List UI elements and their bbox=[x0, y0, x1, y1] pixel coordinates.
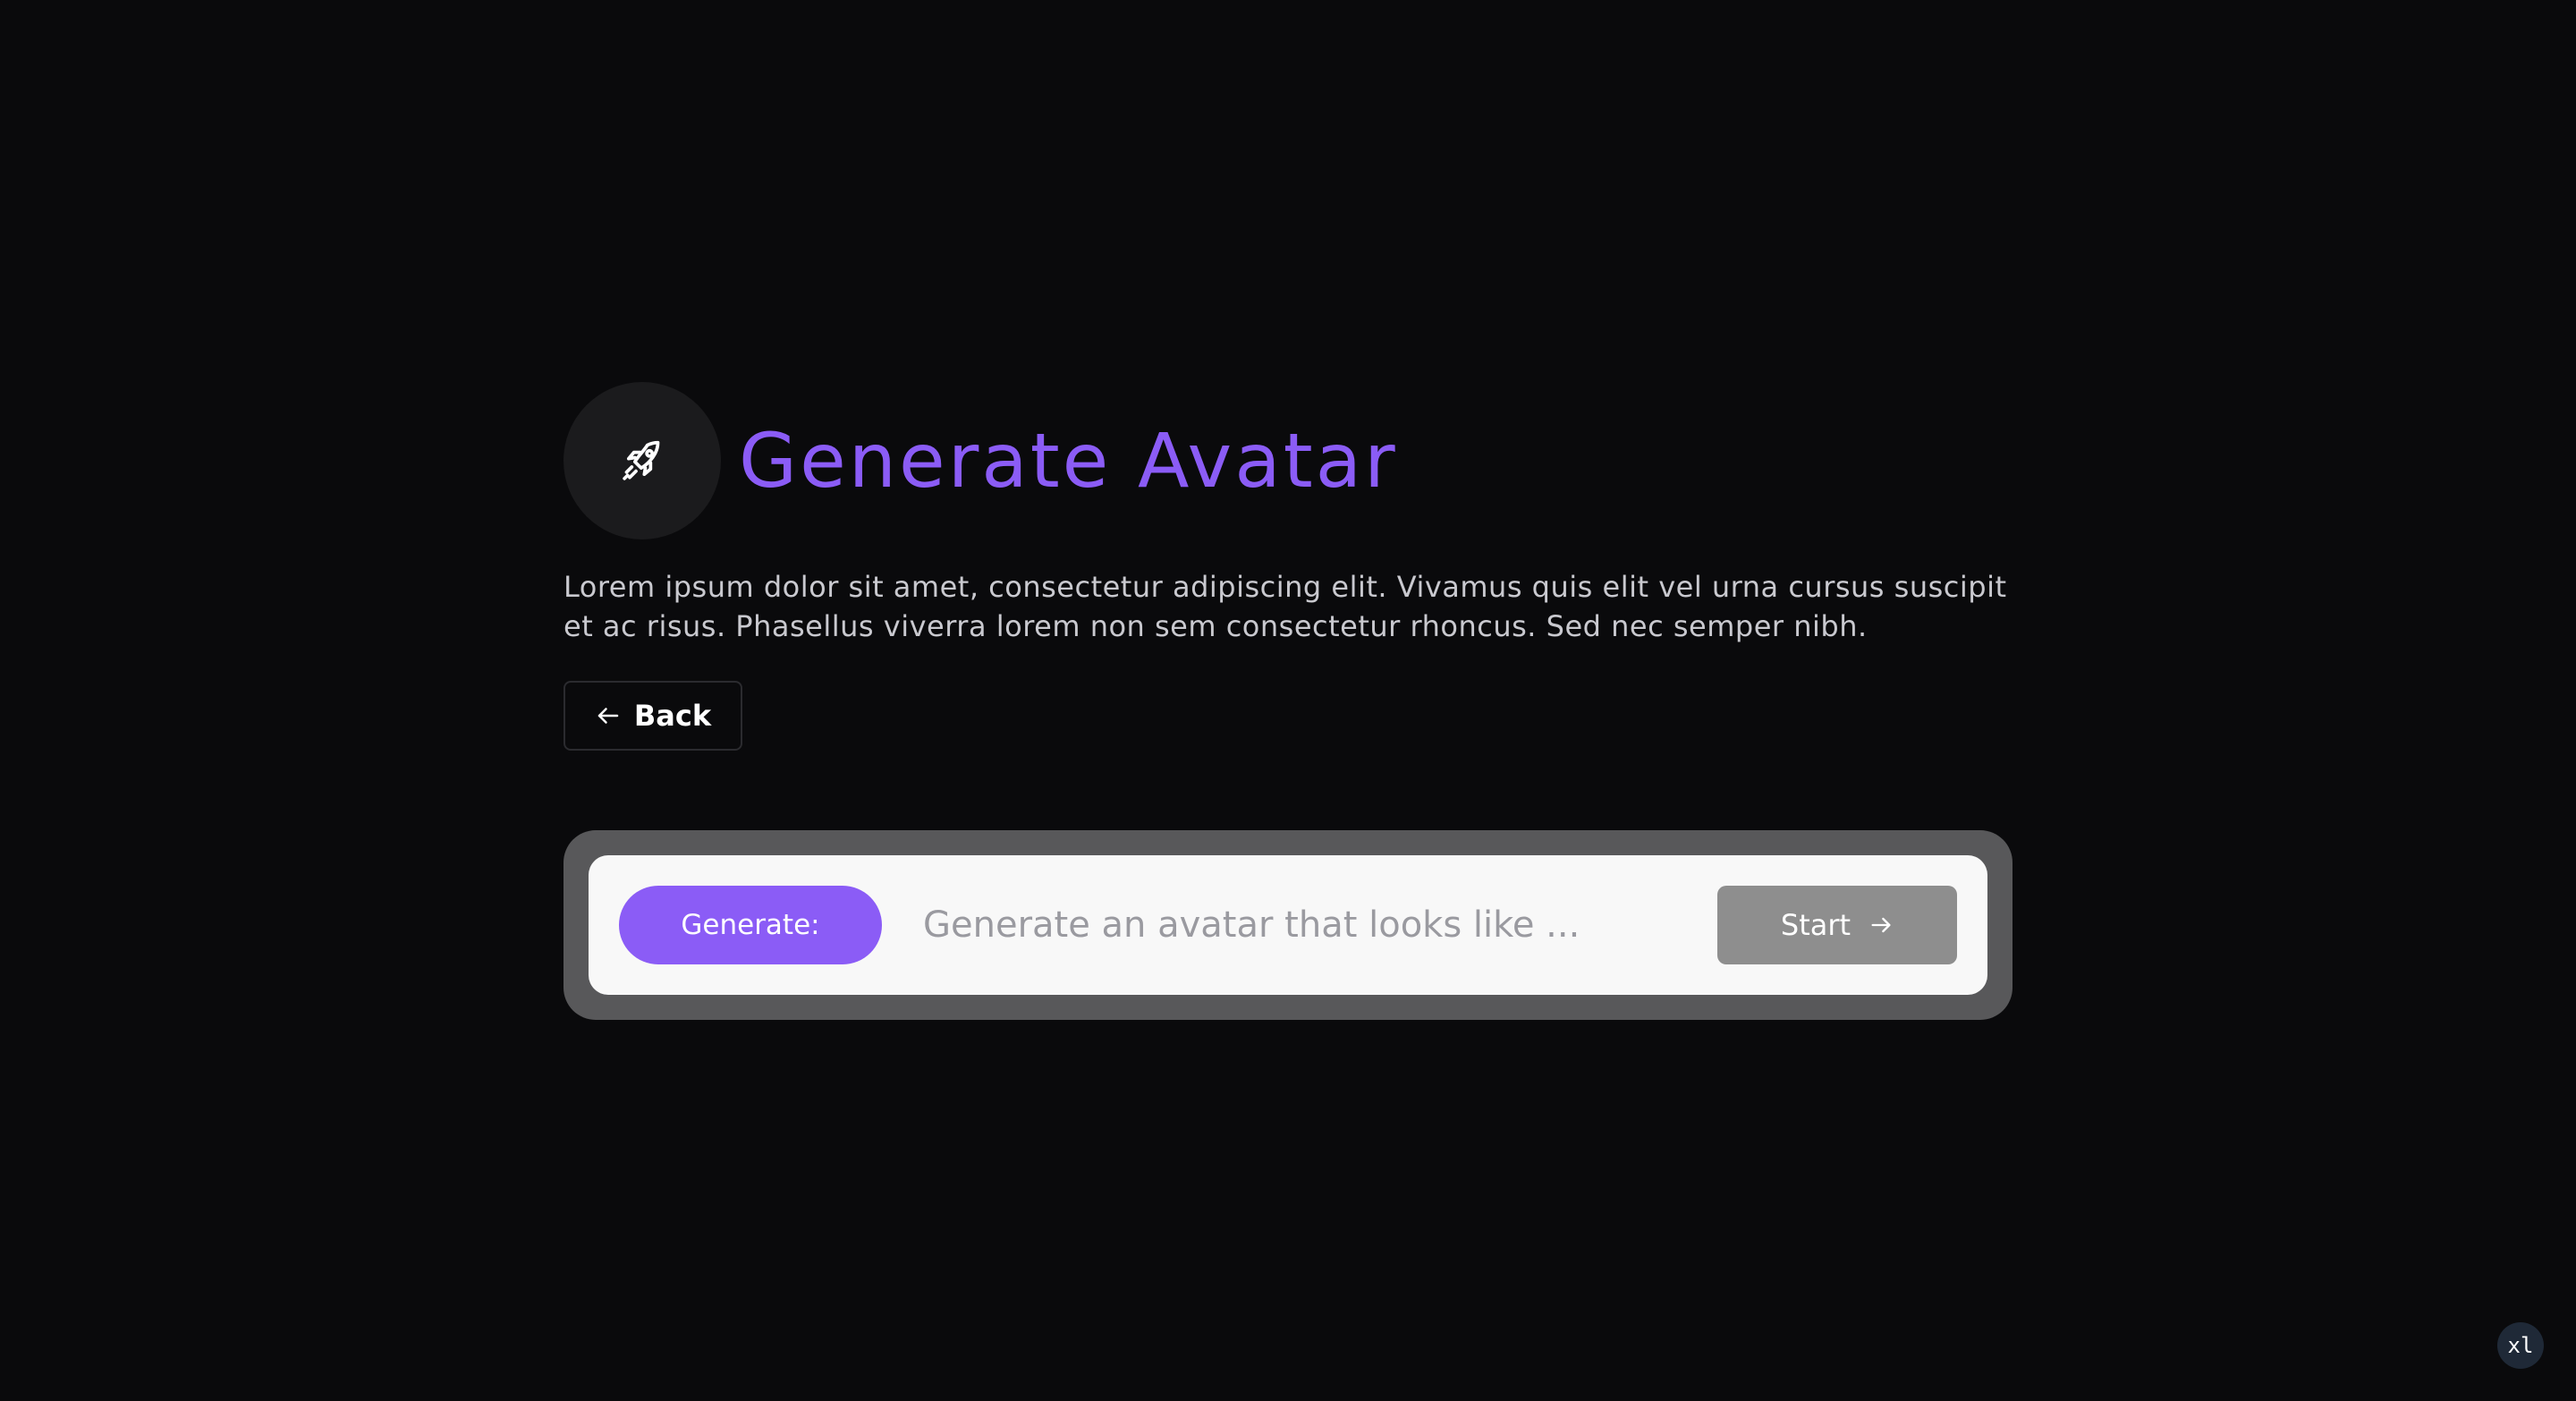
prompt-bar-frame: Generate: Start bbox=[564, 830, 2012, 1020]
back-button-label: Back bbox=[633, 699, 712, 733]
page-title: Generate Avatar bbox=[739, 417, 1398, 505]
rocket-icon bbox=[623, 440, 660, 480]
header: Generate Avatar bbox=[564, 382, 1398, 539]
start-button[interactable]: Start bbox=[1717, 886, 1957, 964]
back-button[interactable]: Back bbox=[564, 681, 742, 751]
prompt-input[interactable] bbox=[921, 885, 1690, 965]
arrow-right-icon bbox=[1871, 917, 1891, 933]
size-badge: xl bbox=[2497, 1322, 2544, 1369]
page-description: Lorem ipsum dolor sit amet, consectetur … bbox=[564, 570, 2007, 643]
rocket-badge bbox=[564, 382, 721, 539]
generate-button[interactable]: Generate: bbox=[619, 886, 882, 964]
arrow-left-icon bbox=[597, 708, 619, 724]
page: Generate Avatar Lorem ipsum dolor sit am… bbox=[0, 0, 2576, 1401]
start-button-label: Start bbox=[1780, 908, 1852, 942]
prompt-bar: Generate: Start bbox=[589, 855, 1987, 995]
